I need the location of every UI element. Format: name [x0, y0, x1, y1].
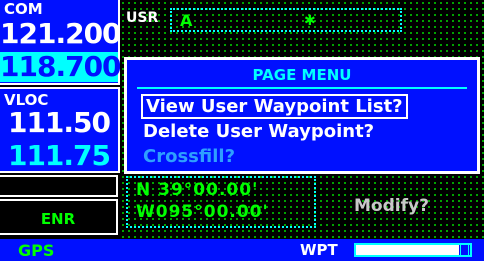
annunciator-blank	[0, 175, 118, 197]
waypoint-ident-field[interactable]: A ✱	[170, 8, 402, 32]
vloc-panel: VLOC 111.50 111.75	[0, 87, 120, 173]
com-active-frequency[interactable]: 121.200	[0, 17, 122, 50]
cursor-marker-icon: ✱	[304, 13, 316, 29]
page-menu-divider	[137, 87, 467, 89]
com-label: COM	[4, 0, 43, 18]
com-panel: COM 121.200 118.700	[0, 0, 122, 85]
com-standby-frequency[interactable]: 118.700	[0, 52, 122, 82]
modify-prompt[interactable]: Modify?	[354, 196, 429, 216]
latitude-value: N 39°00.00'	[136, 180, 259, 200]
vloc-standby-frequency[interactable]: 111.75	[0, 139, 118, 172]
menu-item-view-user-waypoint-list[interactable]: View User Waypoint List?	[141, 94, 408, 119]
page-progress-fill	[356, 245, 459, 255]
status-bar: GPS WPT	[0, 239, 484, 261]
vloc-active-frequency[interactable]: 111.50	[0, 106, 118, 139]
longitude-value: W095°00.00'	[136, 202, 269, 222]
page-progress-bar	[354, 243, 472, 257]
enr-mode-label: ENR	[40, 210, 76, 228]
menu-item-delete-user-waypoint[interactable]: Delete User Waypoint?	[143, 121, 374, 142]
page-menu-title: PAGE MENU	[252, 66, 352, 84]
coordinates-field[interactable]: N 39°00.00' W095°00.00'	[126, 176, 316, 228]
waypoint-type-label: USR	[126, 10, 159, 26]
menu-item-crossfill[interactable]: Crossfill?	[143, 146, 235, 167]
waypoint-ident-value: A	[180, 11, 193, 30]
gps-indicator: GPS	[18, 241, 55, 260]
page-menu-popup: PAGE MENU View User Waypoint List? Delet…	[124, 57, 480, 174]
page-group-label: WPT	[300, 241, 338, 259]
cdi-mode-box: ENR	[0, 199, 118, 235]
